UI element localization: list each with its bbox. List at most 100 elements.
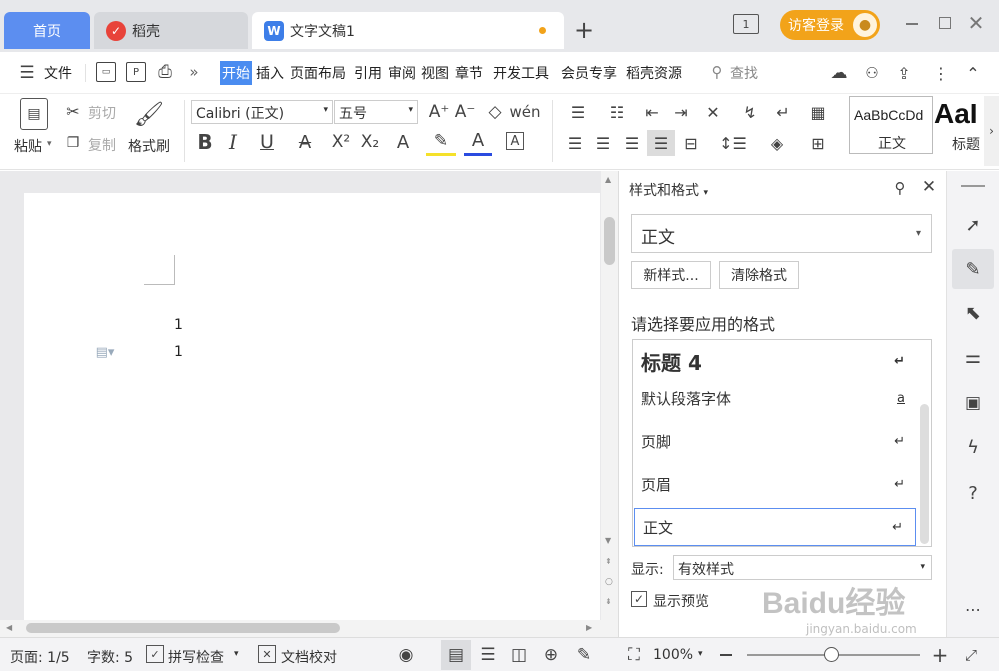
- tab-document[interactable]: W 文字文稿1: [252, 12, 564, 49]
- style-item-footer[interactable]: 页脚 ↵: [633, 420, 917, 462]
- increase-indent-icon[interactable]: ⇥: [669, 100, 693, 124]
- show-preview-checkbox[interactable]: ✓: [631, 591, 647, 607]
- font-size-select[interactable]: 五号 ▾: [334, 100, 418, 124]
- cloud-sync-icon[interactable]: ☁: [828, 62, 850, 84]
- cut-icon[interactable]: ✂: [64, 102, 82, 121]
- save-icon[interactable]: ▭: [96, 62, 116, 82]
- grow-font-icon[interactable]: A⁺: [428, 100, 450, 124]
- proofread-button[interactable]: 文档校对: [281, 647, 337, 667]
- format-painter-button[interactable]: 格式刷: [128, 136, 170, 156]
- scroll-down-icon[interactable]: ▼: [605, 536, 611, 545]
- scroll-up-icon[interactable]: ▲: [605, 175, 611, 184]
- document-line[interactable]: 1: [174, 317, 183, 333]
- document-page[interactable]: 1 1 ▤▾: [24, 193, 600, 623]
- print-icon[interactable]: ⎙: [155, 62, 175, 82]
- align-right-icon[interactable]: ☰: [620, 130, 644, 156]
- select-cursor-icon[interactable]: ⬉: [959, 299, 987, 327]
- web-view-icon[interactable]: ⊕: [539, 644, 563, 666]
- sort-icon[interactable]: ↵: [768, 100, 798, 124]
- close-window-icon[interactable]: ✕: [966, 11, 986, 35]
- export-pdf-icon[interactable]: P: [126, 62, 146, 82]
- subscript-icon[interactable]: X₂: [357, 128, 383, 156]
- h-scrollbar-thumb[interactable]: [26, 623, 340, 633]
- menu-review[interactable]: 审阅: [388, 63, 416, 83]
- style-item-header[interactable]: 页眉 ↵: [633, 463, 917, 505]
- strikethrough-icon[interactable]: A: [290, 128, 320, 156]
- eye-protection-icon[interactable]: ◉: [394, 644, 418, 666]
- align-justify-icon[interactable]: ☰: [647, 130, 675, 156]
- shading-icon[interactable]: ◈: [762, 130, 792, 156]
- search-icon[interactable]: ⚲: [708, 63, 726, 81]
- document-line[interactable]: 1: [174, 344, 183, 360]
- paste-dropdown-icon[interactable]: ▾: [47, 139, 52, 149]
- maximize-icon[interactable]: [939, 17, 951, 29]
- outline-view-icon[interactable]: ☰: [476, 644, 500, 666]
- show-marks-icon[interactable]: ▦: [806, 100, 830, 124]
- format-painter-icon[interactable]: 🖌: [134, 98, 164, 130]
- style-gallery-heading[interactable]: AaI 标题: [934, 96, 984, 154]
- prev-page-icon[interactable]: ⇞: [605, 557, 612, 566]
- minimize-icon[interactable]: [906, 23, 918, 25]
- properties-icon[interactable]: ⚌: [959, 343, 987, 371]
- lightning-icon[interactable]: ϟ: [959, 433, 987, 461]
- chinese-layout-icon[interactable]: ✕: [698, 100, 728, 124]
- scroll-right-icon[interactable]: ▶: [586, 623, 592, 632]
- menu-member[interactable]: 会员专享: [561, 63, 617, 83]
- styles-pane-icon[interactable]: ✎: [952, 249, 994, 289]
- zoom-level[interactable]: 100%: [653, 647, 693, 663]
- collapse-ribbon-icon[interactable]: ⌃: [962, 62, 984, 84]
- chevron-down-icon[interactable]: ▾: [234, 649, 239, 659]
- underline-icon[interactable]: U: [252, 128, 282, 156]
- style-item-default-font[interactable]: 默认段落字体 a: [633, 377, 917, 419]
- help-icon[interactable]: ?: [959, 479, 987, 507]
- horizontal-scrollbar[interactable]: ◀ ▶: [0, 620, 601, 637]
- bullet-list-icon[interactable]: ☰: [563, 100, 593, 124]
- copy-icon[interactable]: ❐: [64, 134, 82, 152]
- style-item-heading4[interactable]: 标题 4 ↵: [633, 340, 917, 382]
- login-button[interactable]: 访客登录 ●: [780, 10, 880, 40]
- write-view-icon[interactable]: ✎: [572, 644, 596, 666]
- chevron-down-icon[interactable]: ▾: [698, 649, 703, 659]
- zoom-slider-thumb[interactable]: [824, 647, 839, 662]
- vertical-scrollbar[interactable]: ▲ ▼ ⇞ ○ ⇟: [601, 171, 618, 637]
- style-item-normal[interactable]: 正文 ↵: [634, 508, 916, 546]
- scrollbar-thumb[interactable]: [604, 217, 615, 265]
- clear-format-icon[interactable]: ◇: [484, 100, 506, 124]
- pin-icon[interactable]: ⚲: [891, 179, 909, 197]
- style-list-scrollbar[interactable]: [920, 404, 929, 544]
- text-effect-icon[interactable]: A: [388, 128, 418, 156]
- align-center-icon[interactable]: ☰: [591, 130, 615, 156]
- scroll-left-icon[interactable]: ◀: [6, 623, 12, 632]
- tab-home[interactable]: 首页: [4, 12, 90, 49]
- display-filter-select[interactable]: 有效样式 ▾: [673, 555, 932, 580]
- align-left-icon[interactable]: ☰: [563, 130, 587, 156]
- spell-check-button[interactable]: 拼写检查: [168, 647, 224, 667]
- paste-button[interactable]: 粘贴: [14, 136, 42, 156]
- fullscreen-icon[interactable]: ⤢: [960, 644, 982, 666]
- image-tools-icon[interactable]: ▣: [959, 389, 987, 417]
- italic-icon[interactable]: I: [222, 128, 244, 156]
- style-gallery-normal[interactable]: AaBbCcDd 正文: [849, 96, 933, 154]
- current-style-select[interactable]: 正文 ▾: [631, 214, 932, 253]
- more-menu-icon[interactable]: ⋮: [933, 62, 949, 84]
- menu-page-layout[interactable]: 页面布局: [290, 63, 346, 83]
- page-indicator[interactable]: 页面: 1/5: [10, 647, 70, 667]
- distributed-align-icon[interactable]: ⊟: [679, 130, 703, 156]
- highlight-icon[interactable]: ✎: [426, 128, 456, 156]
- search-label[interactable]: 查找: [730, 63, 758, 83]
- gallery-scroll-icon[interactable]: ›: [984, 96, 999, 166]
- font-name-select[interactable]: Calibri (正文) ▾: [191, 100, 333, 124]
- copy-button[interactable]: 复制: [88, 135, 116, 155]
- text-direction-icon[interactable]: ↯: [738, 100, 762, 124]
- fit-page-icon[interactable]: ⛶: [622, 644, 646, 666]
- numbered-list-icon[interactable]: ☷: [602, 100, 632, 124]
- close-pane-icon[interactable]: ✕: [919, 177, 939, 197]
- window-count-icon[interactable]: 1: [733, 14, 759, 34]
- paragraph-handle-icon[interactable]: ▤▾: [90, 343, 120, 361]
- menu-chapter[interactable]: 章节: [455, 63, 483, 83]
- bold-icon[interactable]: B: [194, 128, 216, 156]
- menu-daoke-resources[interactable]: 稻壳资源: [626, 63, 682, 83]
- cut-button[interactable]: 剪切: [88, 103, 116, 123]
- phonetic-guide-icon[interactable]: wén: [510, 100, 541, 124]
- more-options-icon[interactable]: ⋯: [959, 599, 987, 619]
